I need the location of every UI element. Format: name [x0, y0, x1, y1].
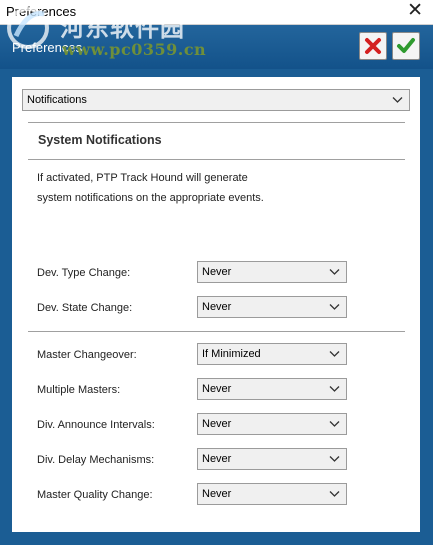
ok-button[interactable] [392, 32, 420, 60]
divider [28, 331, 405, 332]
dev-type-change-label: Dev. Type Change: [37, 267, 131, 279]
master-changeover-select[interactable]: If Minimized [197, 343, 347, 365]
cancel-button[interactable] [359, 32, 387, 60]
green-check-icon [397, 38, 415, 53]
section-description-line2: system notifications on the appropriate … [37, 192, 264, 204]
master-quality-change-select[interactable]: Never [197, 483, 347, 505]
multiple-masters-select[interactable]: Never [197, 378, 347, 400]
chevron-down-icon [329, 386, 340, 392]
chevron-down-icon [329, 491, 340, 497]
master-quality-change-label: Master Quality Change: [37, 489, 153, 501]
dev-state-change-label: Dev. State Change: [37, 302, 133, 314]
div-announce-intervals-label: Div. Announce Intervals: [37, 419, 155, 431]
chevron-down-icon [329, 269, 340, 275]
master-changeover-label: Master Changeover: [37, 349, 137, 361]
chevron-down-icon [329, 456, 340, 462]
div-announce-intervals-select[interactable]: Never [197, 413, 347, 435]
chevron-down-icon [329, 351, 340, 357]
divider [28, 159, 405, 160]
div-delay-mechanisms-value: Never [202, 453, 232, 465]
master-changeover-value: If Minimized [202, 348, 261, 360]
section-title: System Notifications [38, 133, 162, 147]
multiple-masters-label: Multiple Masters: [37, 384, 121, 396]
div-delay-mechanisms-label: Div. Delay Mechanisms: [37, 454, 155, 466]
section-description-line1: If activated, PTP Track Hound will gener… [37, 172, 248, 184]
window-close-button[interactable]: ✕ [407, 1, 423, 21]
preferences-panel: Notifications System Notifications If ac… [12, 77, 420, 532]
chevron-down-icon [392, 97, 403, 103]
dev-state-change-select[interactable]: Never [197, 296, 347, 318]
category-select-value: Notifications [27, 94, 87, 106]
watermark-text: 河东软件园 [60, 13, 185, 42]
divider [28, 122, 405, 123]
dev-type-change-value: Never [202, 266, 232, 278]
dev-type-change-select[interactable]: Never [197, 261, 347, 283]
category-select[interactable]: Notifications [22, 89, 410, 111]
watermark-url: www.pc0359.cn [62, 40, 207, 59]
div-announce-intervals-value: Never [202, 418, 232, 430]
chevron-down-icon [329, 421, 340, 427]
dev-state-change-value: Never [202, 301, 232, 313]
master-quality-change-value: Never [202, 488, 232, 500]
multiple-masters-value: Never [202, 383, 232, 395]
red-x-icon [365, 38, 381, 54]
div-delay-mechanisms-select[interactable]: Never [197, 448, 347, 470]
chevron-down-icon [329, 304, 340, 310]
